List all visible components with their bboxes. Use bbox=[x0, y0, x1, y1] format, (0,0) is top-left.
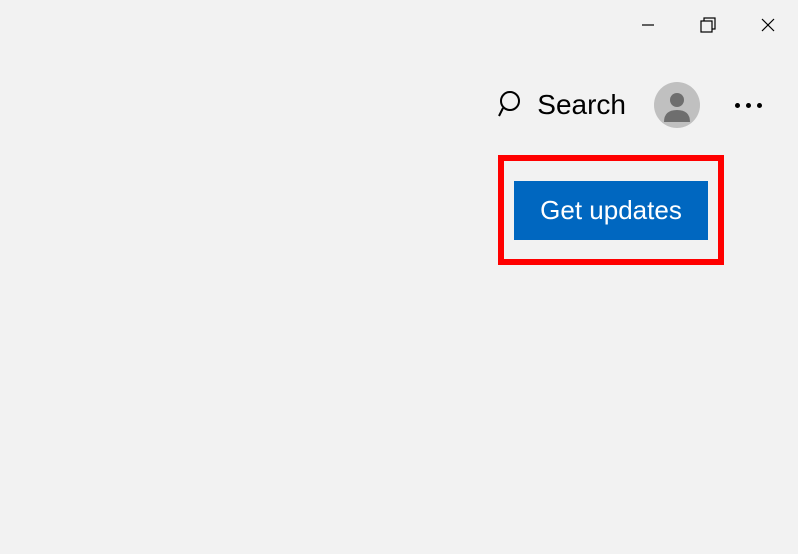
minimize-button[interactable] bbox=[618, 0, 678, 50]
more-icon bbox=[757, 103, 762, 108]
more-icon bbox=[735, 103, 740, 108]
more-menu-button[interactable] bbox=[728, 85, 768, 125]
minimize-icon bbox=[640, 17, 656, 33]
window-controls bbox=[618, 0, 798, 50]
search-icon bbox=[497, 88, 527, 123]
user-avatar[interactable] bbox=[654, 82, 700, 128]
maximize-icon bbox=[699, 16, 717, 34]
close-icon bbox=[760, 17, 776, 33]
more-icon bbox=[746, 103, 751, 108]
highlight-annotation: Get updates bbox=[498, 155, 724, 265]
close-button[interactable] bbox=[738, 0, 798, 50]
get-updates-button[interactable]: Get updates bbox=[514, 181, 708, 240]
toolbar: Search bbox=[497, 82, 778, 128]
search-label: Search bbox=[537, 89, 626, 121]
user-icon bbox=[658, 86, 696, 124]
maximize-button[interactable] bbox=[678, 0, 738, 50]
search-button[interactable]: Search bbox=[497, 88, 626, 123]
